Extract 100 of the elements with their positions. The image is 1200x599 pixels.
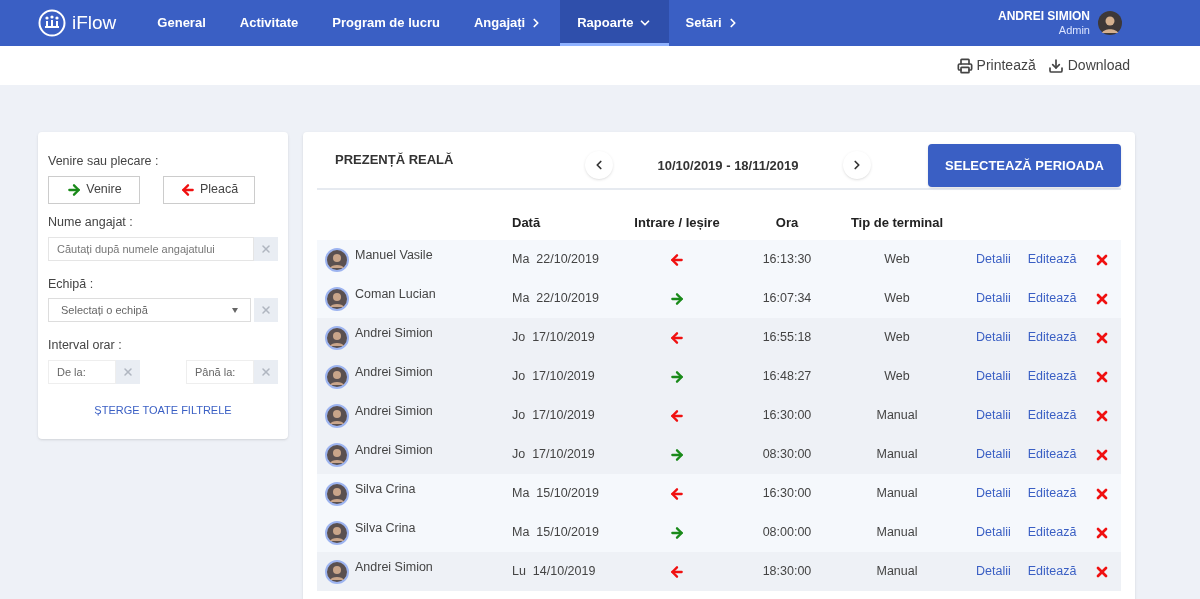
terminal-cell-text: Manual <box>875 407 919 425</box>
close-icon <box>260 304 272 317</box>
time-cell-text: 18:30:00 <box>761 563 813 581</box>
nav-tab[interactable]: Activitate <box>222 0 316 46</box>
avatar-icon <box>325 520 349 545</box>
time-cell-text: 16:13:30 <box>761 251 813 269</box>
date-cell-text: Ma 15/10/2019 <box>512 485 600 503</box>
to-time-field[interactable]: Până la: <box>186 360 254 384</box>
time-cell-text: 16:30:00 <box>761 407 813 425</box>
select-period-button[interactable]: SELECTEAZĂ PERIOADA <box>928 144 1121 187</box>
download-icon <box>1047 57 1064 74</box>
avatar-icon <box>325 403 349 428</box>
filter-label: Nume angajat : <box>48 213 134 231</box>
time-cell-text: 08:00:00 <box>761 524 813 542</box>
date-cell-text: Jo 17/10/2019 <box>512 446 596 464</box>
next-period-button[interactable] <box>843 151 871 179</box>
time-cell-text: 16:55:18 <box>761 329 813 347</box>
employee-name: Andrei Simion <box>355 442 433 460</box>
right-arrow-icon <box>669 524 685 541</box>
employee-name: Silva Crina <box>355 481 416 499</box>
team-select[interactable]: Selectați o echipă <box>48 298 251 323</box>
edit-link[interactable]: Editează <box>1027 406 1077 425</box>
time-cell-text: 16:48:27 <box>761 368 813 386</box>
employee-name: Coman Lucian <box>355 286 436 304</box>
avatar-icon <box>325 286 349 311</box>
nav-tab[interactable]: Program de lucru <box>315 0 457 46</box>
details-link[interactable]: Detalii <box>976 562 1011 581</box>
date-cell-text: Jo 17/10/2019 <box>512 368 596 386</box>
close-icon <box>260 242 272 255</box>
edit-link[interactable]: Editează <box>1027 250 1077 269</box>
employee-name: Manuel Vasile <box>355 247 433 265</box>
close-icon <box>122 366 134 378</box>
column-header: Intrare / Ieșire <box>633 214 721 233</box>
employee-name: Andrei Simion <box>355 403 433 421</box>
time-cell-text: 08:30:00 <box>761 446 813 464</box>
from-time-field[interactable]: De la: <box>48 360 116 384</box>
terminal-cell-text: Manual <box>875 563 919 581</box>
details-link[interactable]: Detalii <box>976 523 1011 542</box>
details-link[interactable]: Detalii <box>976 250 1011 269</box>
details-link[interactable]: Detalii <box>976 289 1011 308</box>
edit-link[interactable]: Editează <box>1027 445 1077 464</box>
details-link[interactable]: Detalii <box>976 406 1011 425</box>
dropdown-triangle-icon <box>232 307 238 313</box>
filter-label: Echipă : <box>48 275 95 293</box>
details-link[interactable]: Detalii <box>976 484 1011 503</box>
clear-filters-link[interactable]: ȘTERGE TOATE FILTRELE <box>94 402 232 419</box>
edit-link[interactable]: Editează <box>1027 367 1077 386</box>
terminal-cell-text: Web <box>883 290 911 308</box>
date-cell-text: Ma 22/10/2019 <box>512 251 600 269</box>
employee-search-field[interactable]: Căutați după numele angajatului <box>48 236 254 261</box>
terminal-cell-text: Web <box>883 251 911 269</box>
user-role: Admin <box>1058 23 1090 38</box>
arrival-button[interactable]: Venire <box>48 175 140 204</box>
period-range: 10/10/2019 - 18/11/2019 <box>656 157 800 175</box>
nav-tab[interactable]: Rapoarte <box>560 0 669 46</box>
date-cell-text: Jo 17/10/2019 <box>512 329 596 347</box>
date-cell-text: Lu 14/10/2019 <box>512 563 597 581</box>
employee-name: Andrei Simion <box>355 364 433 382</box>
nav-tab[interactable]: General <box>140 0 223 46</box>
edit-link[interactable]: Editează <box>1027 484 1077 503</box>
column-header: Ora <box>774 214 800 233</box>
logo-icon <box>38 9 66 37</box>
printer-icon <box>956 57 973 74</box>
edit-link[interactable]: Editează <box>1027 523 1077 542</box>
download-link[interactable]: Download <box>1047 55 1130 76</box>
logo-text: iFlow <box>72 10 117 35</box>
employee-name: Andrei Simion <box>355 559 433 577</box>
departure-button[interactable]: Pleacă <box>163 175 255 204</box>
date-cell-text: Jo 17/10/2019 <box>512 407 596 425</box>
terminal-cell-text: Web <box>883 368 911 386</box>
report-title: PREZENȚĂ REALĂ <box>334 151 455 169</box>
nav-tab[interactable]: Setări <box>668 0 757 46</box>
column-header: Tip de terminal <box>849 214 945 233</box>
details-link[interactable]: Detalii <box>976 367 1011 386</box>
time-cell-text: 16:30:00 <box>761 485 813 503</box>
previous-period-button[interactable] <box>585 151 613 179</box>
details-link[interactable]: Detalii <box>976 328 1011 347</box>
avatar-icon <box>325 325 349 350</box>
avatar-icon <box>325 442 349 467</box>
details-link[interactable]: Detalii <box>976 445 1011 464</box>
filter-label: Interval orar : <box>48 337 123 355</box>
date-cell-text: Ma 22/10/2019 <box>512 290 600 308</box>
terminal-cell-text: Web <box>883 329 911 347</box>
edit-link[interactable]: Editează <box>1027 289 1077 308</box>
terminal-cell-text: Manual <box>875 485 919 503</box>
nav-tab[interactable]: Angajați <box>456 0 561 46</box>
print-link[interactable]: Printează <box>956 55 1036 76</box>
employee-name: Andrei Simion <box>355 325 433 343</box>
user-avatar-icon[interactable] <box>1098 11 1122 35</box>
terminal-cell-text: Manual <box>875 446 919 464</box>
edit-link[interactable]: Editează <box>1027 562 1077 581</box>
terminal-cell-text: Manual <box>875 524 919 542</box>
edit-link[interactable]: Editează <box>1027 328 1077 347</box>
avatar-icon <box>325 481 349 506</box>
filter-label: Venire sau plecare : <box>48 153 160 170</box>
avatar-icon <box>325 247 349 272</box>
employee-name: Silva Crina <box>355 520 416 538</box>
date-cell-text: Ma 15/10/2019 <box>512 524 600 542</box>
avatar-icon <box>325 364 349 389</box>
user-name: ANDREI SIMION <box>998 8 1090 24</box>
